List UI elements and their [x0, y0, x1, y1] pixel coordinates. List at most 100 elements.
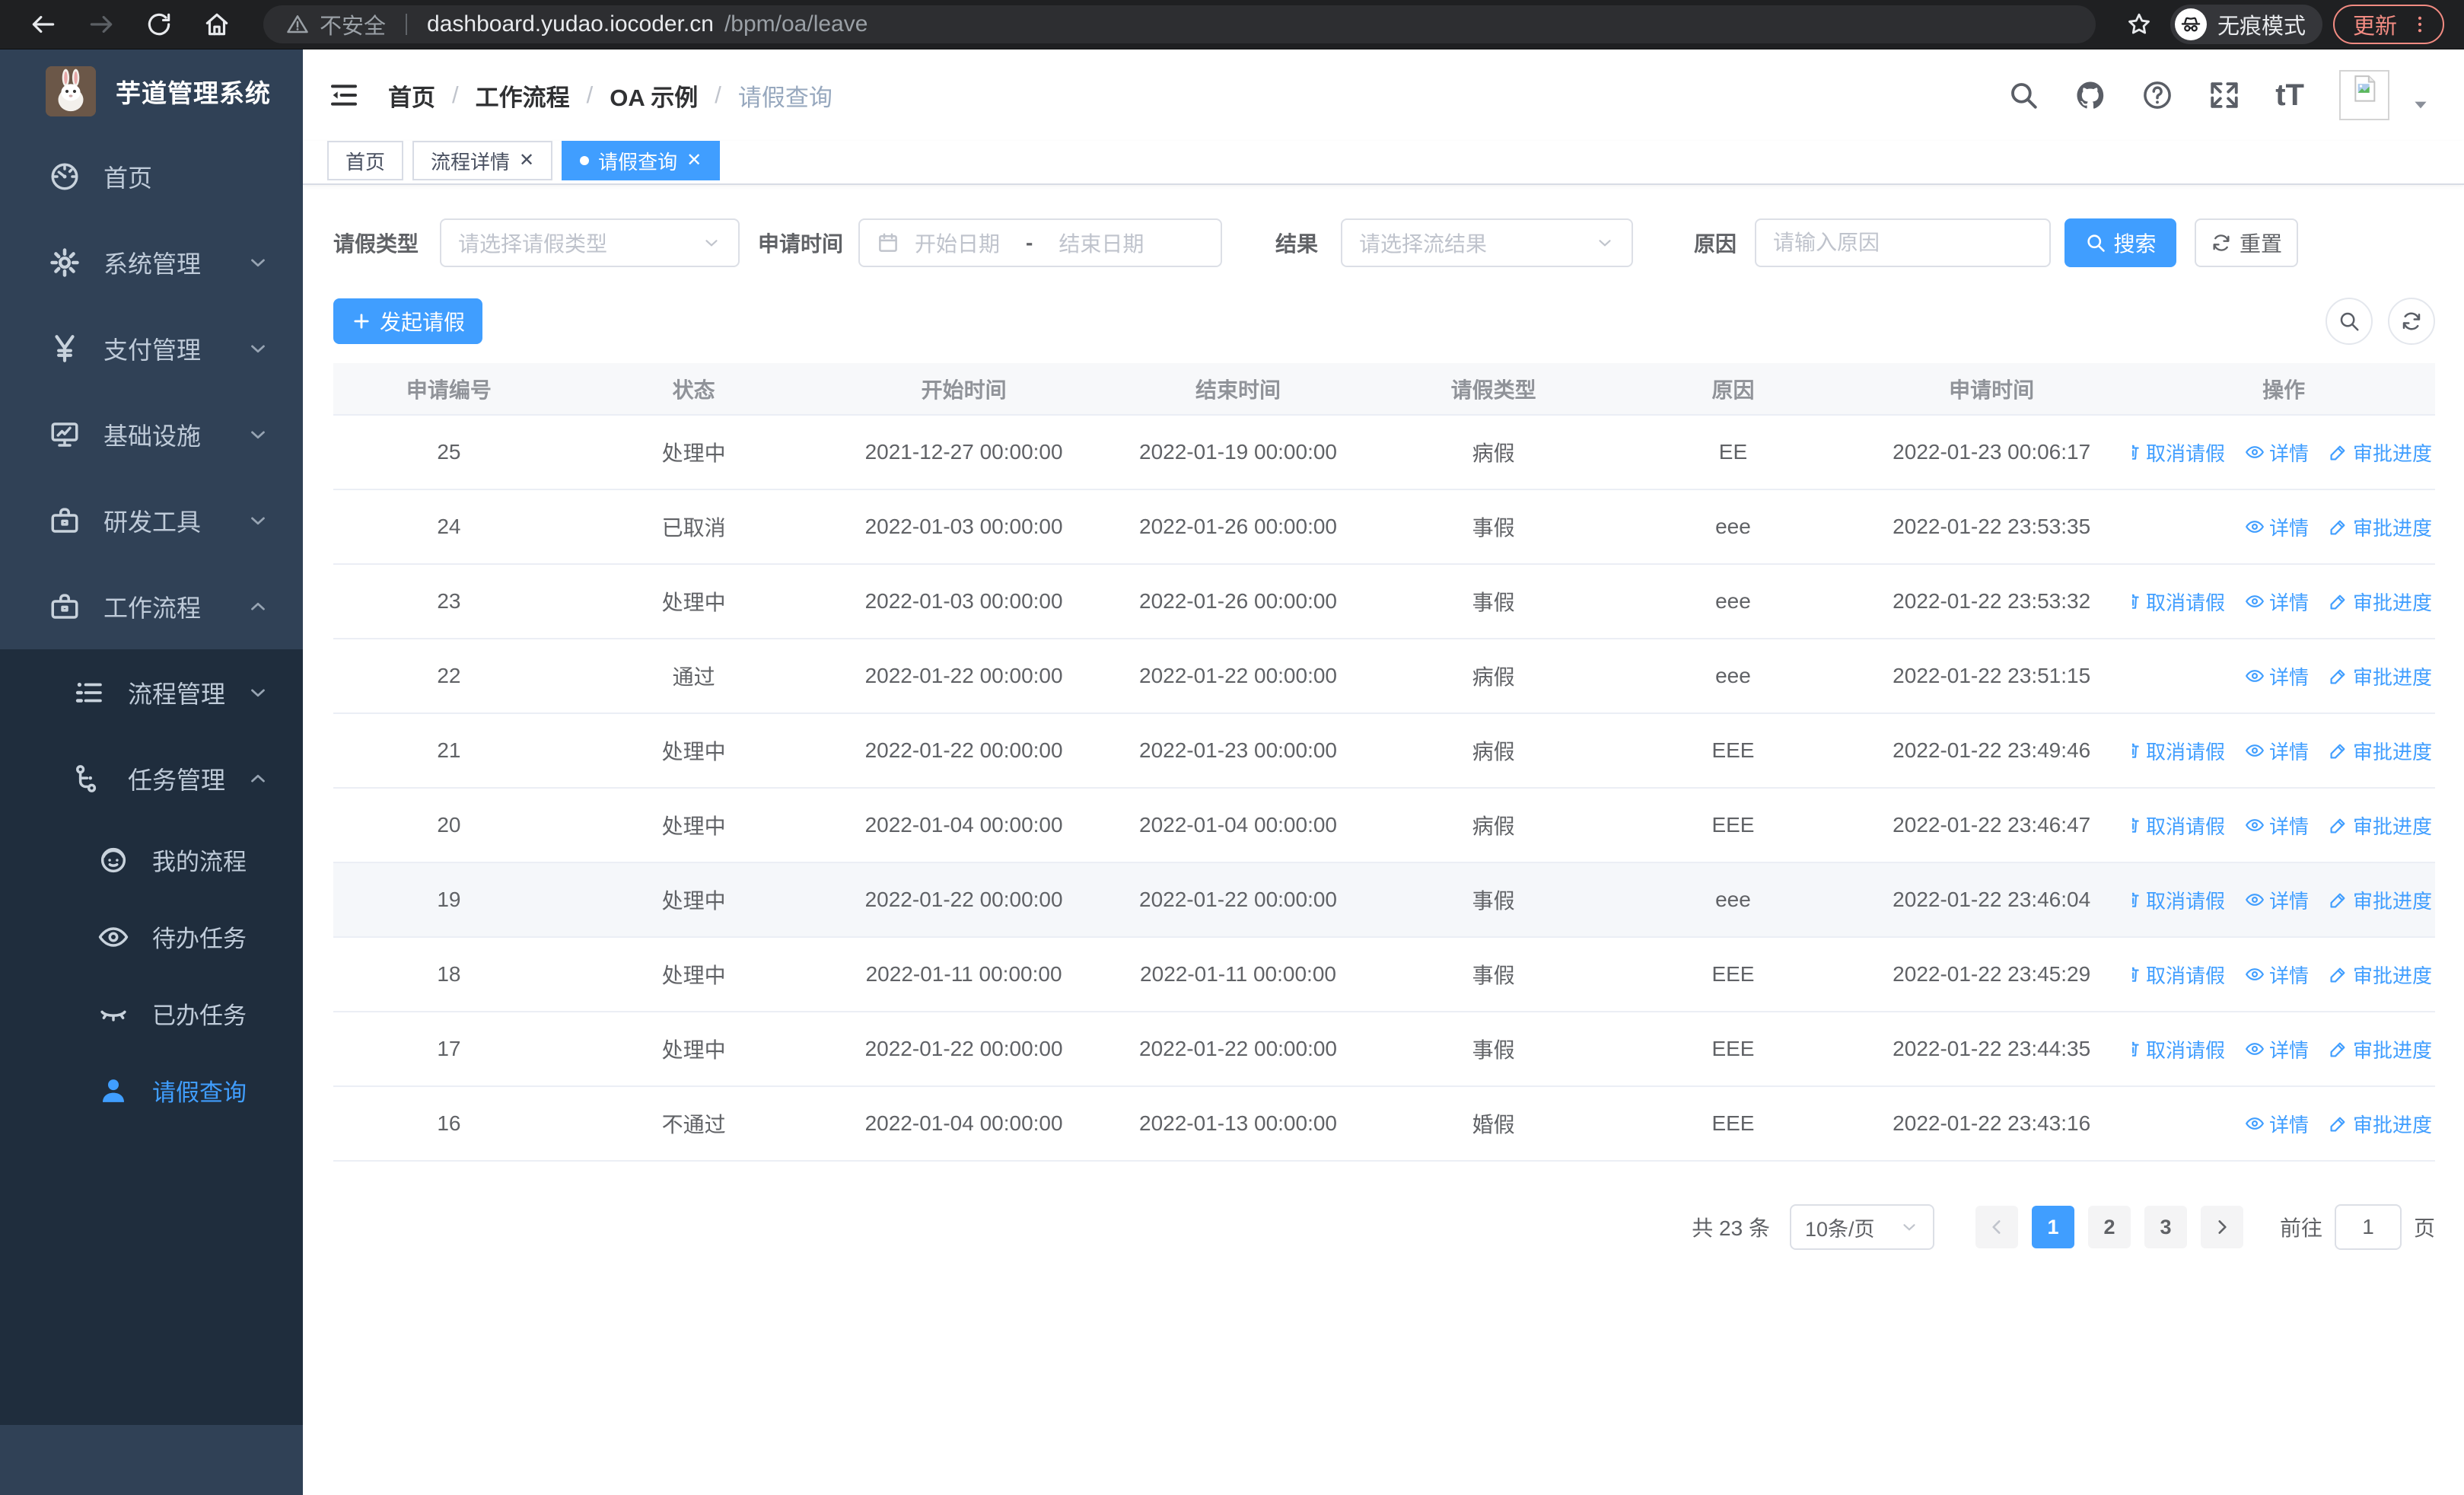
page-buttons: 123: [2031, 1206, 2187, 1248]
page-button-3[interactable]: 3: [2144, 1206, 2187, 1248]
fullscreen-icon[interactable]: [2208, 79, 2240, 111]
address-bar[interactable]: 不安全 dashboard.yudao.iocoder.cn /bpm/oa/l…: [263, 5, 2096, 43]
cell-reason: EEE: [1615, 1012, 1851, 1087]
cell-end-time: 2022-01-04 00:00:00: [1104, 788, 1372, 863]
sidebar-item-yen[interactable]: 支付管理: [0, 305, 303, 391]
home-icon[interactable]: [202, 10, 231, 39]
search-form: 请假类型 请选择请假类型 申请时间 开始日期 - 结束日期 结果 请选择流结果: [333, 218, 2435, 267]
action-cancel-link[interactable]: 取消请假: [2132, 961, 2225, 989]
cell-end-time: 2022-01-13 00:00:00: [1104, 1086, 1372, 1162]
eye-view-icon: [2245, 442, 2265, 462]
leave-type-select[interactable]: 请选择请假类型: [440, 218, 740, 267]
create-leave-button[interactable]: 发起请假: [333, 298, 482, 344]
refresh-table-button[interactable]: [2388, 298, 2435, 345]
sidebar-item-tree[interactable]: 任务管理: [0, 735, 303, 821]
action-detail-link[interactable]: 详情: [2245, 662, 2309, 690]
action-detail-link[interactable]: 详情: [2245, 1035, 2309, 1063]
page-button-1[interactable]: 1: [2031, 1206, 2074, 1248]
action-progress-link[interactable]: 审批进度: [2329, 811, 2432, 840]
action-progress-link[interactable]: 审批进度: [2329, 588, 2432, 616]
bookmark-star-icon[interactable]: [2126, 11, 2152, 37]
action-progress-link[interactable]: 审批进度: [2329, 1035, 2432, 1063]
action-progress-link[interactable]: 审批进度: [2329, 886, 2432, 914]
sidebar-item-eye-closed[interactable]: 已办任务: [0, 975, 303, 1052]
sidebar-item-toolbox[interactable]: 研发工具: [0, 477, 303, 563]
search-icon[interactable]: [2007, 79, 2039, 111]
main-header: 首页 / 工作流程 / OA 示例 / 请假查询 tT: [303, 49, 2464, 141]
action-progress-link[interactable]: 审批进度: [2329, 1110, 2432, 1138]
browser-menu-icon[interactable]: [2409, 14, 2431, 35]
prev-page-button[interactable]: [1975, 1206, 2018, 1248]
apply-time-range-picker[interactable]: 开始日期 - 结束日期: [858, 218, 1223, 267]
security-label[interactable]: 不安全: [320, 8, 386, 40]
eye-view-icon: [2245, 1114, 2265, 1133]
sidebar-item-monitor[interactable]: 基础设施: [0, 391, 303, 477]
eye-icon: [97, 921, 129, 953]
action-detail-link[interactable]: 详情: [2245, 737, 2309, 765]
action-cancel-link[interactable]: 取消请假: [2132, 886, 2225, 914]
action-cancel-link[interactable]: 取消请假: [2132, 588, 2225, 616]
action-cancel-link[interactable]: 取消请假: [2132, 811, 2225, 840]
breadcrumb-home[interactable]: 首页: [388, 78, 435, 113]
eye-closed-icon: [97, 998, 129, 1030]
sidebar-item-briefcase[interactable]: 工作流程: [0, 563, 303, 649]
dashboard-icon: [49, 161, 81, 193]
font-size-icon[interactable]: tT: [2275, 80, 2304, 110]
action-detail-link[interactable]: 详情: [2245, 886, 2309, 914]
action-detail-link[interactable]: 详情: [2245, 588, 2309, 616]
list-icon: [73, 677, 105, 709]
trash-icon: [2132, 741, 2141, 760]
action-cancel-link[interactable]: 取消请假: [2132, 438, 2225, 467]
result-select[interactable]: 请选择流结果: [1341, 218, 1634, 267]
action-progress-link[interactable]: 审批进度: [2329, 438, 2432, 467]
action-progress-link[interactable]: 审批进度: [2329, 737, 2432, 765]
tab-bar: 首页 流程详情 ✕ 请假查询 ✕: [303, 141, 2464, 185]
action-detail-link[interactable]: 详情: [2245, 1110, 2309, 1138]
action-cancel-link[interactable]: 取消请假: [2132, 737, 2225, 765]
avatar-caret-icon[interactable]: [2411, 95, 2431, 115]
close-icon[interactable]: ✕: [519, 151, 534, 170]
sidebar-item-face[interactable]: 我的流程: [0, 821, 303, 898]
forward-icon[interactable]: [87, 10, 116, 39]
sidebar-item-eye[interactable]: 待办任务: [0, 898, 303, 975]
table-row: 17 处理中 2022-01-22 00:00:00 2022-01-22 00:00…: [333, 1012, 2435, 1087]
broken-image-icon: [2349, 73, 2380, 104]
help-icon[interactable]: [2141, 79, 2173, 111]
sidebar-collapse-icon[interactable]: [329, 80, 359, 110]
tab-leave-query[interactable]: 请假查询 ✕: [562, 141, 721, 180]
reset-button[interactable]: 重置: [2195, 218, 2299, 267]
reason-input[interactable]: [1755, 218, 2052, 267]
tab-process-detail[interactable]: 流程详情 ✕: [412, 141, 553, 180]
action-detail-link[interactable]: 详情: [2245, 438, 2309, 467]
page-size-select[interactable]: 10条/页: [1789, 1204, 1934, 1250]
goto-page-input[interactable]: [2334, 1204, 2402, 1250]
search-button[interactable]: 搜索: [2064, 218, 2177, 267]
action-progress-link[interactable]: 审批进度: [2329, 961, 2432, 989]
avatar[interactable]: [2339, 70, 2389, 120]
breadcrumb-oa-example[interactable]: OA 示例: [610, 78, 698, 113]
action-progress-link[interactable]: 审批进度: [2329, 662, 2432, 690]
breadcrumb-workflow[interactable]: 工作流程: [476, 78, 570, 113]
cell-status: 处理中: [564, 1012, 823, 1087]
sidebar-item-gear[interactable]: 系统管理: [0, 219, 303, 305]
cell-apply-time: 2022-01-22 23:46:04: [1851, 862, 2133, 938]
github-icon[interactable]: [2074, 79, 2106, 111]
page-button-2[interactable]: 2: [2087, 1206, 2131, 1248]
browser-update-button[interactable]: 更新: [2332, 5, 2444, 44]
tab-home[interactable]: 首页: [327, 141, 404, 180]
sidebar-item-dashboard[interactable]: 首页: [0, 133, 303, 219]
sidebar-item-list[interactable]: 流程管理: [0, 649, 303, 735]
reload-icon[interactable]: [145, 10, 173, 39]
close-icon[interactable]: ✕: [686, 151, 702, 170]
hide-search-button[interactable]: [2326, 298, 2373, 345]
sidebar-item-user[interactable]: 请假查询: [0, 1052, 303, 1129]
action-detail-link[interactable]: 详情: [2245, 811, 2309, 840]
next-page-button[interactable]: [2200, 1206, 2243, 1248]
leave-table: 申请编号 状态 开始时间 结束时间 请假类型 原因 申请时间 操作 25 处理中 2021-12-…: [333, 363, 2435, 1162]
action-progress-link[interactable]: 审批进度: [2329, 513, 2432, 541]
back-icon[interactable]: [29, 10, 58, 39]
action-cancel-link[interactable]: 取消请假: [2132, 1035, 2225, 1063]
sidebar-logo[interactable]: 芋道管理系统: [0, 49, 303, 133]
action-detail-link[interactable]: 详情: [2245, 961, 2309, 989]
action-detail-link[interactable]: 详情: [2245, 513, 2309, 541]
